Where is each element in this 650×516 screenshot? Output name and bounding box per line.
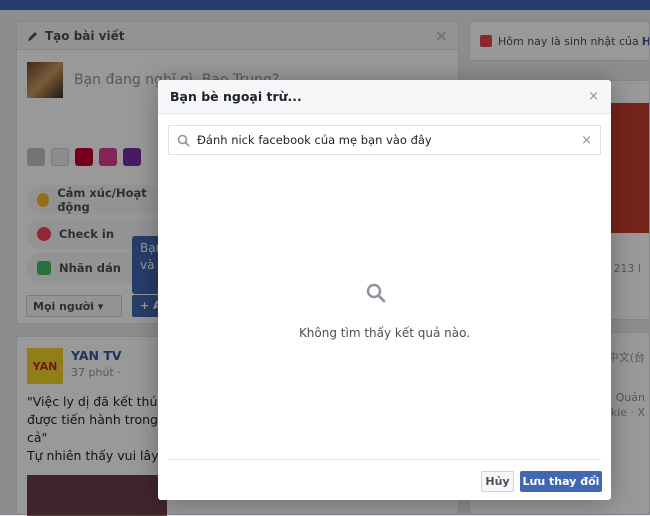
friend-search-box: × (168, 125, 601, 155)
no-results-text: Không tìm thấy kết quả nào. (298, 326, 471, 340)
friend-search-input[interactable] (197, 133, 582, 147)
dialog-header: Bạn bè ngoại trừ... × (158, 80, 611, 114)
dialog-close-icon[interactable]: × (588, 89, 599, 104)
dialog-footer-divider (168, 459, 601, 460)
cancel-button[interactable]: Hủy (481, 471, 514, 492)
save-changes-button[interactable]: Lưu thay đổi (520, 471, 602, 492)
search-icon (177, 134, 190, 147)
dialog-title: Bạn bè ngoại trừ... (170, 89, 302, 104)
clear-search-icon[interactable]: × (581, 133, 592, 148)
empty-search-icon (366, 283, 386, 303)
friends-except-dialog: Bạn bè ngoại trừ... × × Không tìm thấy k… (158, 80, 611, 500)
